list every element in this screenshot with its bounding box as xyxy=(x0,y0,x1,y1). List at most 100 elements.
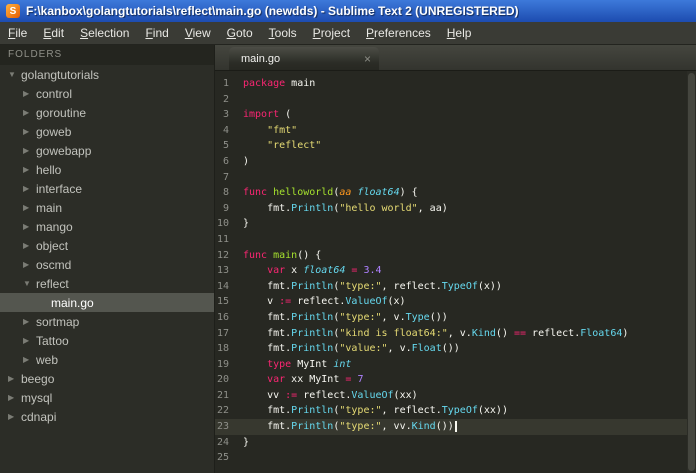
code-text: "fmt" xyxy=(267,124,298,136)
code-line-5[interactable]: 5 "reflect" xyxy=(215,138,696,154)
tree-folder-oscmd[interactable]: ▶ oscmd xyxy=(0,255,214,274)
code-line-13[interactable]: 13 var x float64 = 3.4 xyxy=(215,263,696,279)
tree-item-label: mysql xyxy=(21,390,53,405)
code-line-8[interactable]: 8 func helloworld(aa float64) { xyxy=(215,185,696,201)
code-line-11[interactable]: 11 xyxy=(215,232,696,248)
tree-folder-cdnapi[interactable]: ▶ cdnapi xyxy=(0,407,214,426)
code-line-18[interactable]: 18 fmt.Println("value:", v.Float()) xyxy=(215,341,696,357)
tab-main-go[interactable]: main.go × xyxy=(229,47,379,70)
tree-folder-gowebapp[interactable]: ▶ gowebapp xyxy=(0,141,214,160)
editor-panel: main.go × 1 package main 2 3 import (4 "fmt"… xyxy=(215,45,696,473)
code-line-21[interactable]: 21 vv := reflect.ValueOf(xx) xyxy=(215,388,696,404)
menu-item-goto[interactable]: Goto xyxy=(219,24,261,42)
menu-item-file[interactable]: File xyxy=(0,24,35,42)
code-line-22[interactable]: 22 fmt.Println("type:", reflect.TypeOf(x… xyxy=(215,403,696,419)
tree-item-label: main xyxy=(36,200,63,215)
tree-folder-goweb[interactable]: ▶ goweb xyxy=(0,122,214,141)
line-number: 8 xyxy=(222,187,229,199)
menu-item-edit[interactable]: Edit xyxy=(35,24,72,42)
line-number: 13 xyxy=(216,265,229,277)
code-line-12[interactable]: 12 func main() { xyxy=(215,248,696,264)
tree-file-main-go[interactable]: main.go xyxy=(0,293,214,312)
code-line-19[interactable]: 19 type MyInt int xyxy=(215,357,696,373)
tree-folder-sortmap[interactable]: ▶ sortmap xyxy=(0,312,214,331)
tree-folder-beego[interactable]: ▶ beego xyxy=(0,369,214,388)
triangle-collapsed-icon: ▶ xyxy=(23,336,30,345)
line-number: 15 xyxy=(216,296,229,308)
tree-item-label: goweb xyxy=(36,124,72,139)
triangle-expanded-icon: ▼ xyxy=(23,279,31,288)
triangle-collapsed-icon: ▶ xyxy=(8,412,15,421)
tree-folder-interface[interactable]: ▶ interface xyxy=(0,179,214,198)
code-line-24[interactable]: 24} xyxy=(215,435,696,451)
sublime-text-icon[interactable]: S xyxy=(6,4,20,18)
code-line-10[interactable]: 10} xyxy=(215,216,696,232)
tree-folder-mango[interactable]: ▶ mango xyxy=(0,217,214,236)
code-line-1[interactable]: 1 package main xyxy=(215,76,696,92)
line-number: 6 xyxy=(222,155,229,167)
code-line-7[interactable]: 7 xyxy=(215,170,696,186)
code-line-20[interactable]: 20 var xx MyInt = 7 xyxy=(215,372,696,388)
tree-item-label: beego xyxy=(21,371,55,386)
tree-folder-main[interactable]: ▶ main xyxy=(0,198,214,217)
code-text: func main() { xyxy=(243,249,322,261)
line-number: 24 xyxy=(216,436,229,448)
code-text: fmt.Println("hello world", aa) xyxy=(243,202,448,214)
triangle-collapsed-icon: ▶ xyxy=(23,108,30,117)
tree-folder-control[interactable]: ▶ control xyxy=(0,84,214,103)
code-area[interactable]: 1 package main 2 3 import (4 "fmt" 5 "reflect… xyxy=(215,71,696,473)
code-line-23[interactable]: 23 fmt.Println("type:", vv.Kind()) xyxy=(215,419,696,435)
code-line-6[interactable]: 6) xyxy=(215,154,696,170)
vertical-scrollbar[interactable] xyxy=(687,71,696,473)
code-line-16[interactable]: 16 fmt.Println("type:", v.Type()) xyxy=(215,310,696,326)
tree-item-label: oscmd xyxy=(36,257,72,272)
menu-item-view[interactable]: View xyxy=(177,24,219,42)
line-number: 2 xyxy=(222,93,229,105)
code-line-2[interactable]: 2 xyxy=(215,92,696,108)
line-number: 3 xyxy=(222,109,229,121)
line-number: 23 xyxy=(216,421,229,433)
menu-item-project[interactable]: Project xyxy=(305,24,358,42)
code-text: type MyInt int xyxy=(267,358,352,370)
line-number: 14 xyxy=(216,280,229,292)
code-line-3[interactable]: 3 import ( xyxy=(215,107,696,123)
tree-folder-golangtutorials[interactable]: ▼ golangtutorials xyxy=(0,65,214,84)
menu-item-selection[interactable]: Selection xyxy=(72,24,137,42)
tree-item-label: goroutine xyxy=(36,105,87,120)
menu-item-preferences[interactable]: Preferences xyxy=(358,24,439,42)
triangle-collapsed-icon: ▶ xyxy=(23,146,30,155)
tree-folder-tattoo[interactable]: ▶ Tattoo xyxy=(0,331,214,350)
scrollbar-thumb[interactable] xyxy=(688,73,695,471)
tree-folder-mysql[interactable]: ▶ mysql xyxy=(0,388,214,407)
code-text: func helloworld(aa float64) { xyxy=(243,187,418,199)
sidebar: FOLDERS ▼ golangtutorials ▶ control ▶ gorouti… xyxy=(0,45,215,473)
menu-item-tools[interactable]: Tools xyxy=(261,24,305,42)
line-number: 18 xyxy=(216,343,229,355)
close-icon[interactable]: × xyxy=(364,52,371,66)
tree-folder-goroutine[interactable]: ▶ goroutine xyxy=(0,103,214,122)
tree-folder-web[interactable]: ▶ web xyxy=(0,350,214,369)
code-line-4[interactable]: 4 "fmt" xyxy=(215,123,696,139)
triangle-expanded-icon: ▼ xyxy=(8,70,16,79)
code-line-17[interactable]: 17 fmt.Println("kind is float64:", v.Kin… xyxy=(215,326,696,342)
code-line-25[interactable]: 25 xyxy=(215,450,696,466)
tree-folder-hello[interactable]: ▶ hello xyxy=(0,160,214,179)
tree-item-label: control xyxy=(36,86,73,101)
line-number: 25 xyxy=(216,452,229,464)
code-line-15[interactable]: 15 v := reflect.ValueOf(x) xyxy=(215,294,696,310)
menu-item-help[interactable]: Help xyxy=(439,24,480,42)
title-bar[interactable]: S F:\kanbox\golangtutorials\reflect\main… xyxy=(0,0,696,22)
code-line-14[interactable]: 14 fmt.Println("type:", reflect.TypeOf(x… xyxy=(215,279,696,295)
tree-folder-reflect[interactable]: ▼ reflect xyxy=(0,274,214,293)
triangle-collapsed-icon: ▶ xyxy=(23,165,30,174)
menu-item-find[interactable]: Find xyxy=(137,24,176,42)
line-number: 11 xyxy=(216,233,229,245)
code-text: package main xyxy=(243,78,316,89)
tree-folder-object[interactable]: ▶ object xyxy=(0,236,214,255)
tree-item-label: gowebapp xyxy=(36,143,92,158)
tree-item-label: interface xyxy=(36,181,83,196)
triangle-collapsed-icon: ▶ xyxy=(8,393,15,402)
tab-label: main.go xyxy=(241,52,281,65)
triangle-collapsed-icon: ▶ xyxy=(23,127,30,136)
code-line-9[interactable]: 9 fmt.Println("hello world", aa) xyxy=(215,201,696,217)
